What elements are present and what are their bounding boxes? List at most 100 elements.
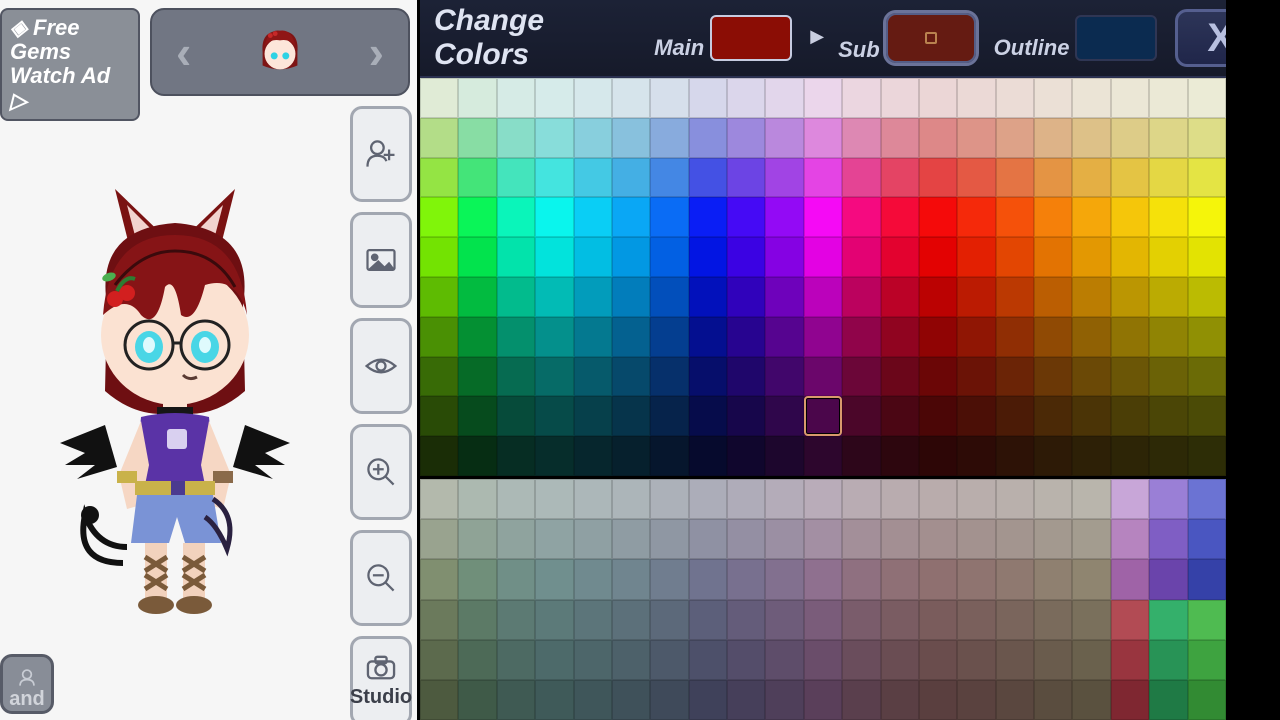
color-cell[interactable]: [650, 680, 688, 720]
color-cell[interactable]: [881, 396, 919, 436]
color-cell[interactable]: [650, 118, 688, 158]
color-cell[interactable]: [765, 479, 803, 519]
color-cell[interactable]: [535, 680, 573, 720]
color-cell[interactable]: [612, 680, 650, 720]
color-cell[interactable]: [804, 357, 842, 397]
color-cell[interactable]: [689, 277, 727, 317]
color-cell[interactable]: [996, 317, 1034, 357]
color-cell[interactable]: [535, 640, 573, 680]
color-cell[interactable]: [881, 317, 919, 357]
color-cell[interactable]: [881, 197, 919, 237]
color-cell[interactable]: [1072, 680, 1110, 720]
color-cell[interactable]: [497, 640, 535, 680]
color-cell[interactable]: [1111, 600, 1149, 640]
color-cell[interactable]: [996, 237, 1034, 277]
color-cell[interactable]: [1034, 680, 1072, 720]
color-cell[interactable]: [1072, 158, 1110, 198]
color-cell[interactable]: [765, 600, 803, 640]
color-cell[interactable]: [1149, 357, 1187, 397]
color-cell[interactable]: [765, 559, 803, 599]
color-cell[interactable]: [804, 317, 842, 357]
color-cell[interactable]: [535, 197, 573, 237]
palette-bottom[interactable]: [420, 476, 1226, 720]
color-cell[interactable]: [574, 519, 612, 559]
color-cell[interactable]: [497, 479, 535, 519]
color-cell[interactable]: [497, 317, 535, 357]
color-cell[interactable]: [420, 158, 458, 198]
color-cell[interactable]: [1034, 396, 1072, 436]
color-cell[interactable]: [458, 680, 496, 720]
color-cell[interactable]: [881, 600, 919, 640]
color-cell[interactable]: [765, 640, 803, 680]
color-cell[interactable]: [612, 118, 650, 158]
color-cell[interactable]: [804, 559, 842, 599]
color-cell[interactable]: [1149, 680, 1187, 720]
color-cell[interactable]: [1111, 237, 1149, 277]
color-cell[interactable]: [1034, 78, 1072, 118]
color-cell[interactable]: [1072, 357, 1110, 397]
color-cell[interactable]: [842, 118, 880, 158]
color-cell[interactable]: [1111, 396, 1149, 436]
color-cell[interactable]: [650, 559, 688, 599]
outline-slot[interactable]: Outline: [994, 15, 1158, 61]
color-cell[interactable]: [535, 396, 573, 436]
color-cell[interactable]: [420, 600, 458, 640]
color-cell[interactable]: [689, 78, 727, 118]
color-cell[interactable]: [1072, 600, 1110, 640]
color-cell[interactable]: [842, 357, 880, 397]
color-cell[interactable]: [957, 78, 995, 118]
color-cell[interactable]: [765, 277, 803, 317]
color-cell[interactable]: [804, 78, 842, 118]
color-cell[interactable]: [1034, 237, 1072, 277]
color-cell[interactable]: [842, 197, 880, 237]
color-cell[interactable]: [842, 158, 880, 198]
studio-button[interactable]: Studio: [350, 636, 412, 720]
color-cell[interactable]: [1034, 357, 1072, 397]
color-cell[interactable]: [765, 78, 803, 118]
color-cell[interactable]: [420, 317, 458, 357]
random-button[interactable]: and: [0, 654, 54, 714]
color-cell[interactable]: [689, 237, 727, 277]
color-cell[interactable]: [1149, 277, 1187, 317]
color-cell[interactable]: [574, 640, 612, 680]
color-cell[interactable]: [458, 396, 496, 436]
color-cell[interactable]: [727, 118, 765, 158]
visibility-button[interactable]: [350, 318, 412, 414]
color-cell[interactable]: [458, 479, 496, 519]
color-cell[interactable]: [919, 237, 957, 277]
next-avatar-icon[interactable]: ›: [369, 25, 384, 79]
color-cell[interactable]: [804, 277, 842, 317]
avatar-thumbnail[interactable]: [250, 22, 310, 82]
color-cell[interactable]: [1072, 519, 1110, 559]
color-cell[interactable]: [1188, 640, 1226, 680]
color-cell[interactable]: [1188, 158, 1226, 198]
color-cell[interactable]: [804, 396, 842, 436]
color-cell[interactable]: [804, 158, 842, 198]
color-cell[interactable]: [842, 559, 880, 599]
color-cell[interactable]: [612, 78, 650, 118]
color-cell[interactable]: [996, 357, 1034, 397]
color-cell[interactable]: [689, 600, 727, 640]
color-cell[interactable]: [535, 237, 573, 277]
color-cell[interactable]: [497, 277, 535, 317]
color-cell[interactable]: [535, 600, 573, 640]
outline-swatch[interactable]: [1075, 15, 1157, 61]
color-cell[interactable]: [1111, 640, 1149, 680]
color-cell[interactable]: [1111, 559, 1149, 599]
color-cell[interactable]: [574, 436, 612, 476]
zoom-out-button[interactable]: [350, 530, 412, 626]
color-cell[interactable]: [1034, 158, 1072, 198]
color-cell[interactable]: [1188, 277, 1226, 317]
color-cell[interactable]: [765, 317, 803, 357]
color-cell[interactable]: [765, 519, 803, 559]
color-cell[interactable]: [1034, 197, 1072, 237]
color-cell[interactable]: [420, 118, 458, 158]
color-cell[interactable]: [650, 357, 688, 397]
color-cell[interactable]: [1111, 78, 1149, 118]
color-cell[interactable]: [765, 396, 803, 436]
color-cell[interactable]: [919, 396, 957, 436]
color-cell[interactable]: [919, 317, 957, 357]
color-cell[interactable]: [612, 277, 650, 317]
color-cell[interactable]: [804, 237, 842, 277]
color-cell[interactable]: [1034, 519, 1072, 559]
